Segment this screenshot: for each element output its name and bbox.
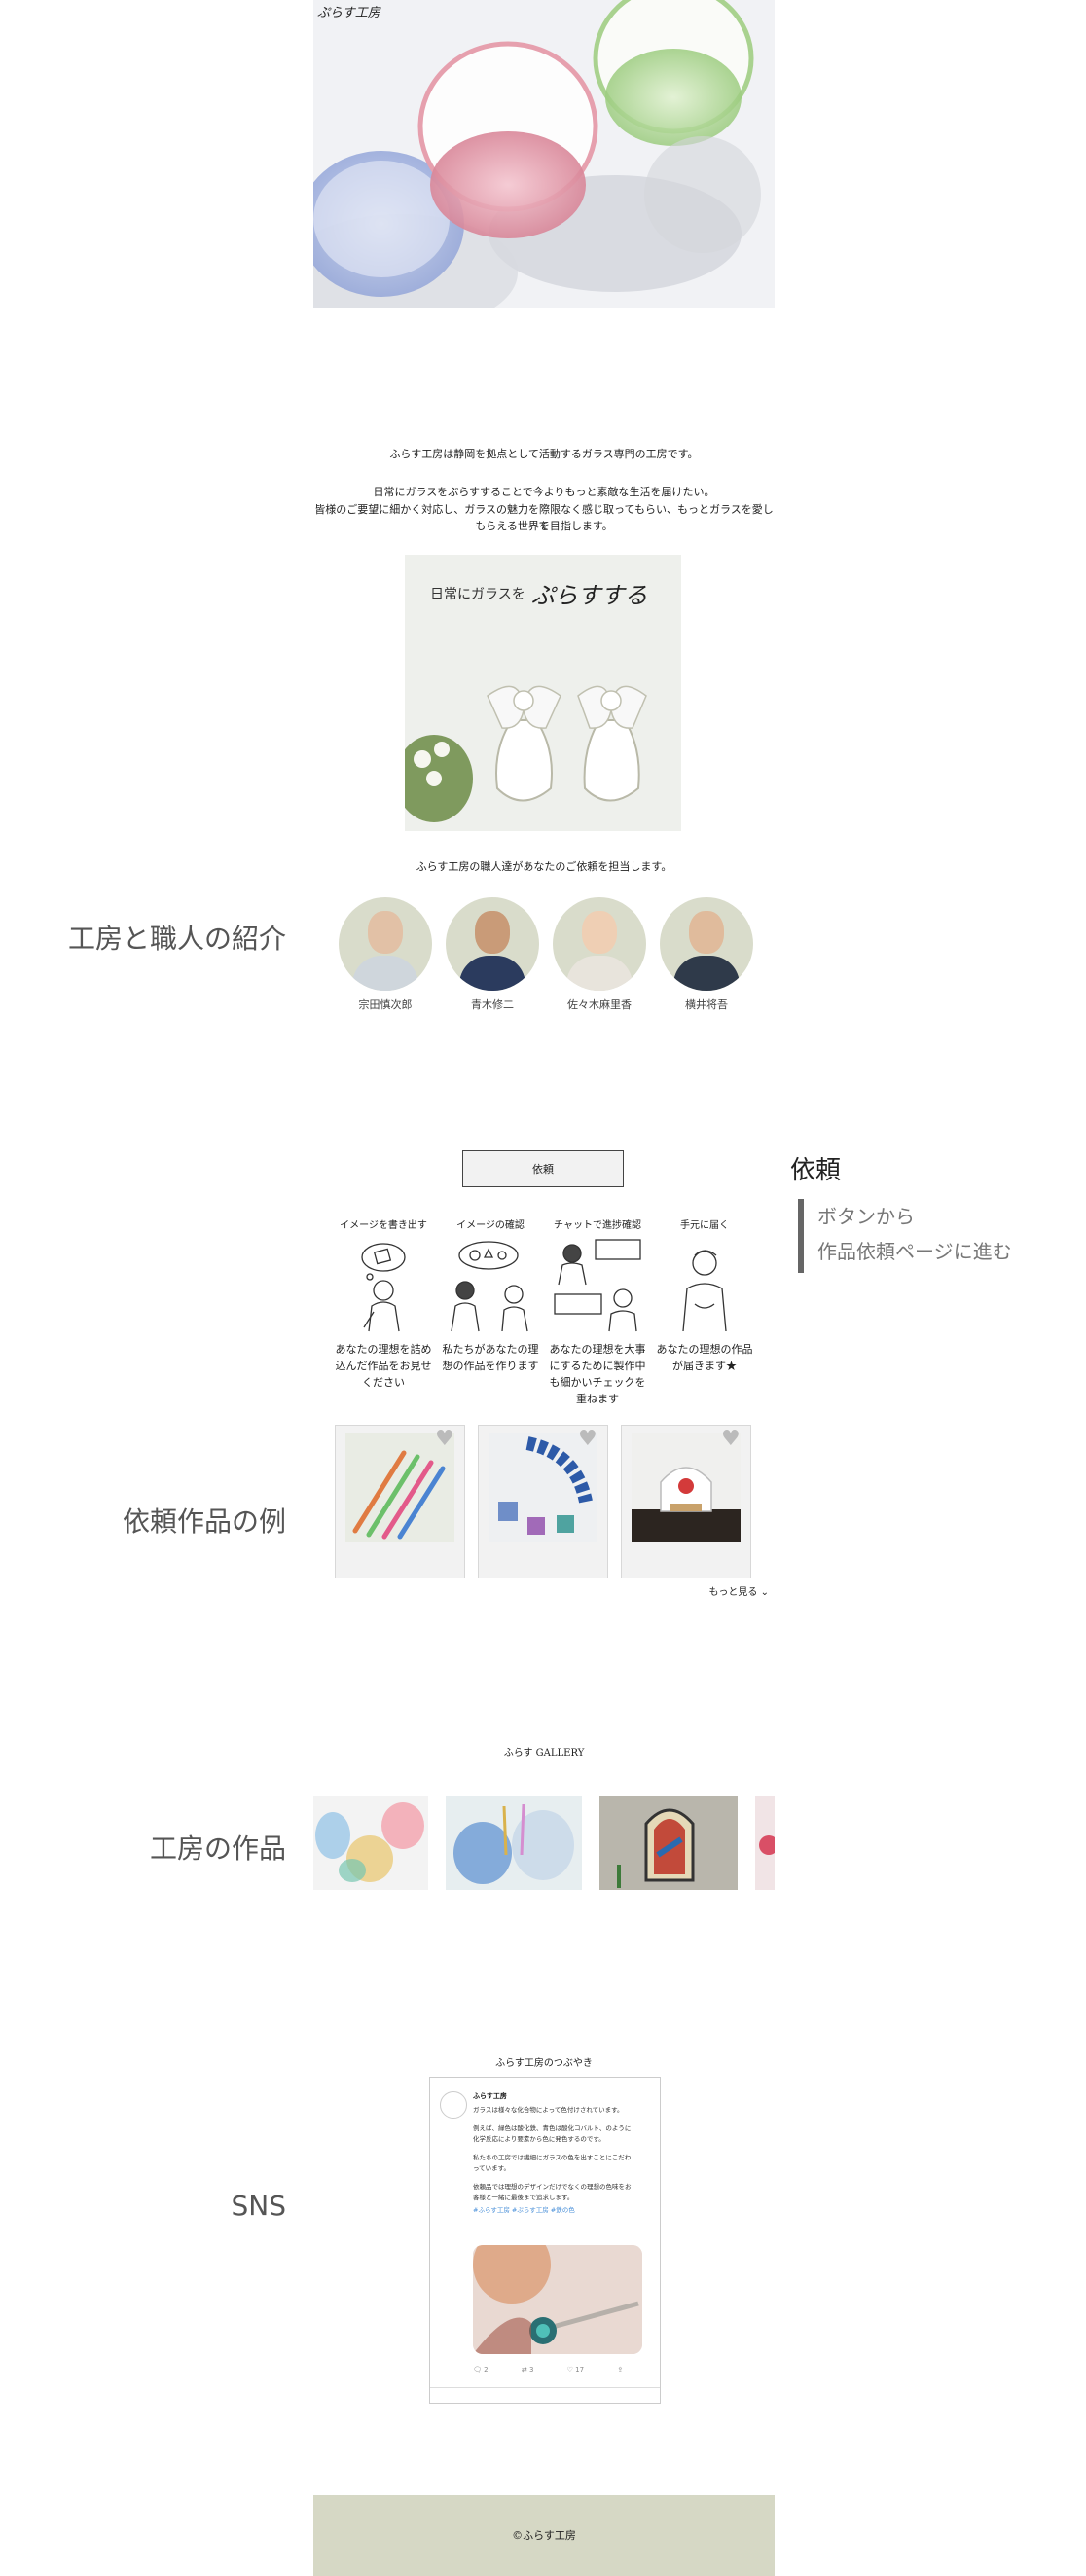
- avatar: [339, 897, 432, 991]
- section-label-examples: 依頼作品の例: [122, 1506, 286, 1538]
- step-title: 手元に届く: [680, 1220, 729, 1231]
- section-label-sns: SNS: [231, 2190, 287, 2222]
- step-write-image: イメージを書き出す あなたの理想を詰め込んだ作品をお見せください: [335, 1216, 432, 1391]
- avatar: [553, 897, 646, 991]
- step-chat-progress: チャットで進捗確認 あなたの理想を大事にするために製作中も細かいチェックを重ねま…: [549, 1216, 646, 1407]
- craftsman-card[interactable]: 横井将吾: [658, 897, 755, 1012]
- illustration-chat: [549, 1236, 646, 1333]
- avatar: [446, 897, 539, 991]
- craftsman-card[interactable]: 佐々木麻里香: [551, 897, 648, 1012]
- tweet-text: 化学反応により要素から色に発色するのです。: [473, 2135, 605, 2143]
- brand-logo[interactable]: ぷらす工房: [317, 2, 380, 20]
- copyright: ©ふらす工房: [512, 2529, 576, 2542]
- intro-line-2: 日常にガラスをぷらすすることで今よりもっと素敵な生活を届けたい。: [373, 486, 715, 498]
- tweet-text: 客様と一緒に最後まで追求します。: [473, 2194, 574, 2201]
- craftsman-name: 横井将吾: [685, 998, 728, 1011]
- craftsman-card[interactable]: 青木修二: [444, 897, 541, 1012]
- illustration-consultation: [442, 1236, 539, 1333]
- account-avatar[interactable]: [440, 2091, 467, 2119]
- annotation-line-2: 作品依頼ページに進む: [817, 1240, 1012, 1263]
- step-desc: あなたの理想の作品が届きます★: [656, 1343, 753, 1372]
- craftsman-name: 青木修二: [471, 998, 514, 1011]
- example-card[interactable]: ♥: [621, 1425, 751, 1578]
- step-desc: あなたの理想を詰め込んだ作品をお見せください: [335, 1343, 432, 1389]
- reply-count: 2: [484, 2366, 489, 2374]
- heart-icon[interactable]: ♥: [721, 1429, 742, 1450]
- step-delivery: 手元に届く あなたの理想の作品が届きます★: [656, 1216, 753, 1374]
- craftsman-name: 佐々木麻里香: [567, 998, 632, 1011]
- share-icon[interactable]: ⇪: [617, 2366, 623, 2374]
- gallery-image[interactable]: [599, 1796, 738, 1890]
- tweet-photo[interactable]: [473, 2245, 642, 2354]
- tweet-divider: [430, 2387, 660, 2388]
- twitter-timeline[interactable]: ふらす工房 ガラスは様々な化合物によって色付けされています。 例えば、緑色は酸化…: [429, 2077, 661, 2404]
- tweet-text: 私たちの工房では繊細にガラスの色を出すことにこだわ: [473, 2154, 632, 2161]
- example-card[interactable]: ♥: [335, 1425, 465, 1578]
- account-name[interactable]: ふらす工房: [473, 2091, 507, 2101]
- tweet-text: っています。: [473, 2164, 511, 2172]
- craftsmen-lead: ふらす工房の職人達があなたのご依頼を担当します。: [416, 860, 672, 873]
- step-title: チャットで進捗確認: [554, 1220, 641, 1231]
- footer: ©ふらす工房: [313, 2495, 775, 2576]
- avatar: [660, 897, 753, 991]
- section-label-craftsmen: 工房と職人の紹介: [67, 923, 286, 955]
- hero-image: ぷらす工房: [313, 0, 775, 308]
- gallery-image[interactable]: [313, 1796, 428, 1890]
- step-desc: 私たちがあなたの理想の作品を作ります: [442, 1343, 539, 1372]
- illustration-thinking-person: [335, 1236, 432, 1333]
- section-label-gallery: 工房の作品: [149, 1832, 286, 1865]
- tweet-actions: 🗨 2 ⇄ 3 ♡ 17 ⇪: [473, 2366, 642, 2374]
- intro-line-4: もらえる世界を目指します。: [475, 520, 613, 532]
- example-card[interactable]: ♥: [478, 1425, 608, 1578]
- annotation-title: 依頼: [790, 1156, 842, 1185]
- gallery-title: ふらす GALLERY: [503, 1748, 585, 1759]
- intro-line-1: ふらす工房は静岡を拠点として活動するガラス専門の工房です。: [389, 448, 699, 460]
- reply-icon[interactable]: 🗨: [473, 2366, 482, 2374]
- annotation-line-1: ボタンから: [817, 1205, 915, 1228]
- banner-text: 日常にガラスを: [430, 587, 525, 602]
- step-title: イメージを書き出す: [340, 1220, 427, 1231]
- like-icon[interactable]: ♡: [567, 2366, 573, 2374]
- heart-icon[interactable]: ♥: [435, 1429, 456, 1450]
- step-desc: あなたの理想を大事にするために製作中も細かいチェックを重ねます: [549, 1343, 646, 1405]
- step-title: イメージの確認: [456, 1220, 525, 1231]
- tweet-text: ガラスは様々な化合物によって色付けされています。: [473, 2106, 624, 2114]
- tweet-hashtags[interactable]: #ふらす工房 #ぷらす工房 #鉄の色: [473, 2205, 650, 2216]
- gallery-image[interactable]: [446, 1796, 582, 1890]
- banner-script: ぷらすする: [531, 582, 648, 609]
- request-button[interactable]: 依頼: [462, 1150, 624, 1187]
- sns-title: ふらす工房のつぶやき: [495, 2058, 593, 2069]
- tweet-text: 依頼品では理想のデザインだけでなくの理想の色味をお: [473, 2183, 632, 2191]
- craftsman-name: 宗田慎次郎: [358, 998, 413, 1011]
- retweet-icon[interactable]: ⇄: [522, 2366, 527, 2374]
- more-link[interactable]: もっと見る ⌄: [681, 1583, 769, 1598]
- banner-image: 日常にガラスを ぷらすする: [405, 555, 681, 831]
- craftsman-card[interactable]: 宗田慎次郎: [337, 897, 434, 1012]
- like-count: 17: [575, 2366, 585, 2374]
- retweet-count: 3: [528, 2366, 534, 2374]
- gallery-image[interactable]: [755, 1796, 775, 1890]
- heart-icon[interactable]: ♥: [578, 1429, 599, 1450]
- annotation-bar: [798, 1199, 804, 1273]
- step-confirm-image: イメージの確認 私たちがあなたの理想の作品を作ります: [442, 1216, 539, 1374]
- illustration-happy-person: [656, 1236, 753, 1333]
- tweet-body: ガラスは様々な化合物によって色付けされています。 例えば、緑色は酸化鉄、青色は酸…: [473, 2105, 650, 2216]
- tweet-text: 例えば、緑色は酸化鉄、青色は酸化コバルト、のように: [473, 2124, 632, 2132]
